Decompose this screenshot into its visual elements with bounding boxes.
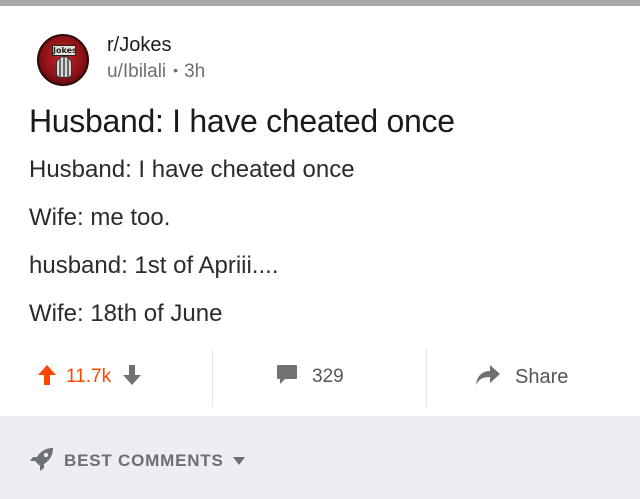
- comment-bubble-icon: [276, 364, 298, 391]
- subreddit-name[interactable]: r/Jokes: [107, 34, 171, 57]
- post-title[interactable]: Husband: I have cheated once: [29, 103, 455, 140]
- share-button[interactable]: Share: [475, 363, 568, 391]
- caret-down-icon: [232, 452, 245, 470]
- rocket-icon: [30, 447, 54, 476]
- post-meta: u/Ibilali • 3h: [107, 61, 205, 83]
- post-body: Husband: I have cheated once Wife: me to…: [29, 156, 355, 348]
- share-arrow-icon: [475, 364, 501, 391]
- body-line: Wife: 18th of June: [29, 300, 223, 327]
- comment-count: 329: [312, 366, 344, 387]
- author-link[interactable]: u/Ibilali: [107, 61, 166, 82]
- comments-button[interactable]: 329: [276, 363, 344, 391]
- action-divider: [212, 349, 213, 407]
- post-age: 3h: [184, 61, 206, 82]
- avatar-badge-text: Jokes: [52, 45, 77, 56]
- post-header: Jokes r/Jokes u/Ibilali • 3h: [37, 32, 597, 88]
- upvote-icon[interactable]: [38, 364, 56, 390]
- vote-control: 11.7k: [38, 363, 142, 391]
- post-card: Jokes r/Jokes u/Ibilali • 3h Husband: I ha…: [0, 6, 640, 416]
- downvote-icon[interactable]: [123, 364, 142, 390]
- body-line: Husband: I have cheated once: [29, 156, 355, 183]
- share-label: Share: [515, 365, 569, 388]
- microphone-icon: [56, 56, 72, 78]
- separator-dot-icon: •: [173, 62, 179, 78]
- body-line: husband: 1st of Apriii....: [29, 252, 279, 279]
- upvote-count: 11.7k: [66, 366, 112, 387]
- comment-sort-bar: BEST COMMENTS: [0, 416, 640, 499]
- sort-label: BEST COMMENTS: [64, 451, 224, 470]
- sort-dropdown[interactable]: BEST COMMENTS: [30, 447, 245, 476]
- subreddit-avatar[interactable]: Jokes: [37, 34, 89, 86]
- body-line: Wife: me too.: [29, 204, 171, 231]
- action-divider: [426, 349, 427, 407]
- action-bar: 11.7k 329 Share: [0, 349, 640, 407]
